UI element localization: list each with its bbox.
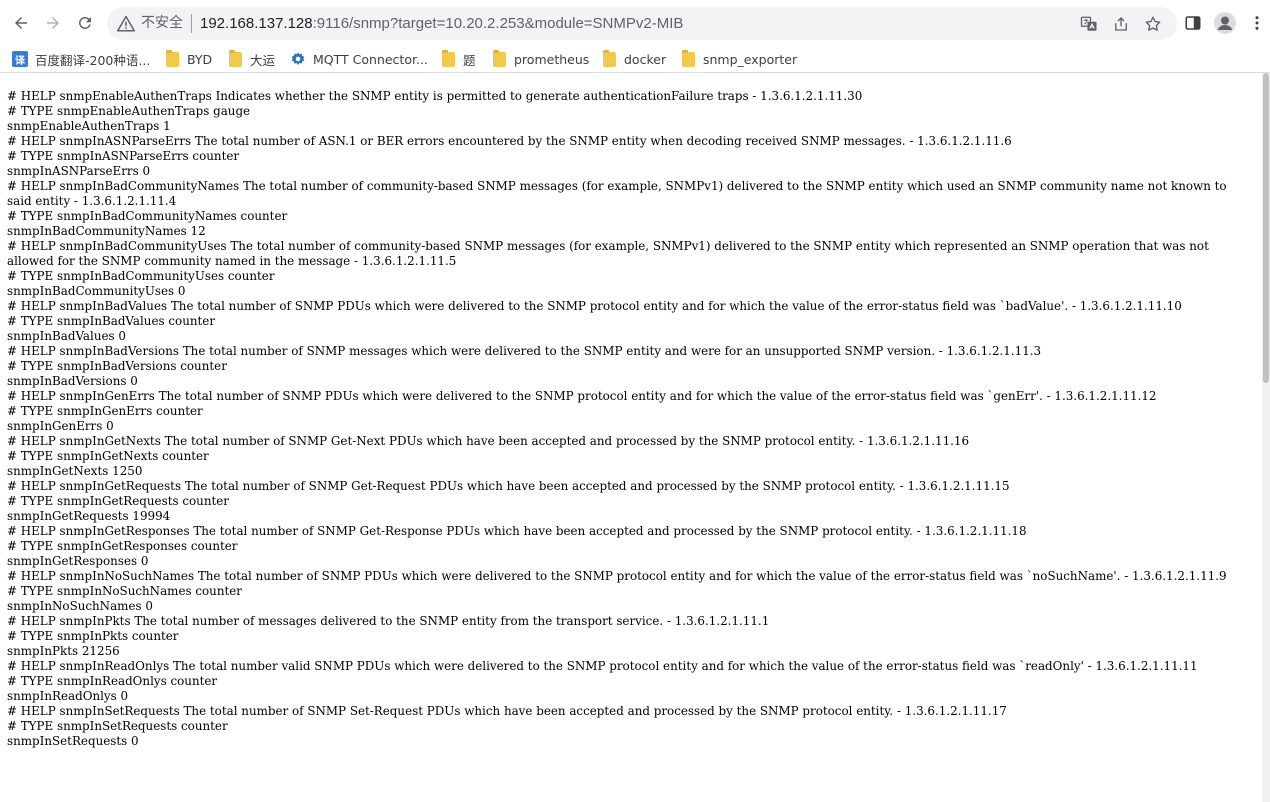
side-panel-glyph [1185, 16, 1201, 30]
share-icon[interactable] [1111, 14, 1131, 34]
star-glyph [1145, 16, 1161, 31]
url-host: 192.168.137.128 [200, 15, 313, 32]
profile-avatar[interactable] [1213, 11, 1237, 35]
bookmark-label: docker [624, 51, 667, 67]
bookmark-star-icon[interactable] [1143, 14, 1163, 34]
bookmark-label: 大运 [250, 52, 276, 68]
bookmark-prometheus[interactable]: prometheus [491, 48, 589, 70]
forward-arrow-icon [47, 17, 59, 29]
browser-toolbar: 不安全 192.168.137.128:9116/snmp?target=10.… [0, 0, 1270, 46]
share-glyph [1115, 17, 1127, 31]
side-panel-icon[interactable] [1181, 11, 1205, 35]
kebab-glyph [1255, 16, 1259, 30]
url-text[interactable]: 192.168.137.128:9116/snmp?target=10.20.2… [200, 14, 683, 33]
bookmarks-bar: 译 百度翻译-200种语... BYD 大运 MQTT Connector...… [0, 46, 1270, 73]
reload-icon [78, 16, 91, 29]
scrollbar-thumb[interactable] [1263, 73, 1269, 383]
translate-badge: 译 [12, 51, 28, 67]
gear-icon [290, 51, 306, 67]
translate-icon: 译 [12, 51, 28, 67]
reload-button[interactable] [72, 10, 98, 36]
bookmark-snmp-exporter[interactable]: snmp_exporter [680, 48, 797, 70]
folder-icon [601, 49, 617, 67]
address-bar[interactable]: 不安全 192.168.137.128:9116/snmp?target=10.… [107, 7, 1177, 40]
more-menu-icon[interactable] [1245, 11, 1269, 35]
bookmark-ti[interactable]: 题 [440, 48, 476, 70]
back-arrow-icon [15, 17, 27, 29]
bookmark-mqtt-connector[interactable]: MQTT Connector... [290, 48, 428, 70]
bookmark-label: snmp_exporter [703, 51, 798, 67]
address-separator [191, 14, 192, 33]
folder-icon [440, 49, 456, 67]
bookmark-label: BYD [187, 51, 213, 67]
bookmark-label: MQTT Connector... [313, 51, 428, 67]
bookmark-byd[interactable]: BYD [164, 48, 212, 70]
url-path: :9116/snmp?target=10.20.2.253&module=SNM… [312, 15, 684, 32]
bookmark-baidu-fanyi[interactable]: 译 百度翻译-200种语... [12, 48, 150, 70]
vertical-scrollbar[interactable] [1262, 73, 1270, 802]
folder-icon [680, 49, 696, 67]
bookmark-docker[interactable]: docker [601, 48, 666, 70]
metrics-text: # HELP snmpEnableAuthenTraps Indicates w… [7, 89, 1227, 748]
page-content: # HELP snmpEnableAuthenTraps Indicates w… [0, 73, 1262, 802]
folder-icon [227, 49, 243, 67]
folder-icon [491, 49, 507, 67]
folder-icon [164, 49, 180, 67]
bookmark-label: 题 [463, 52, 476, 68]
translate-page-icon[interactable] [1079, 14, 1099, 34]
bookmark-dayun[interactable]: 大运 [227, 48, 275, 70]
back-button[interactable] [8, 10, 34, 36]
warning-icon[interactable] [117, 15, 135, 33]
bookmark-label: prometheus [514, 51, 590, 67]
bookmark-label: 百度翻译-200种语... [35, 52, 151, 68]
security-status-label[interactable]: 不安全 [141, 15, 183, 32]
avatar-icon [1214, 12, 1236, 34]
forward-button[interactable] [40, 10, 66, 36]
translate-glyph [1080, 16, 1097, 31]
